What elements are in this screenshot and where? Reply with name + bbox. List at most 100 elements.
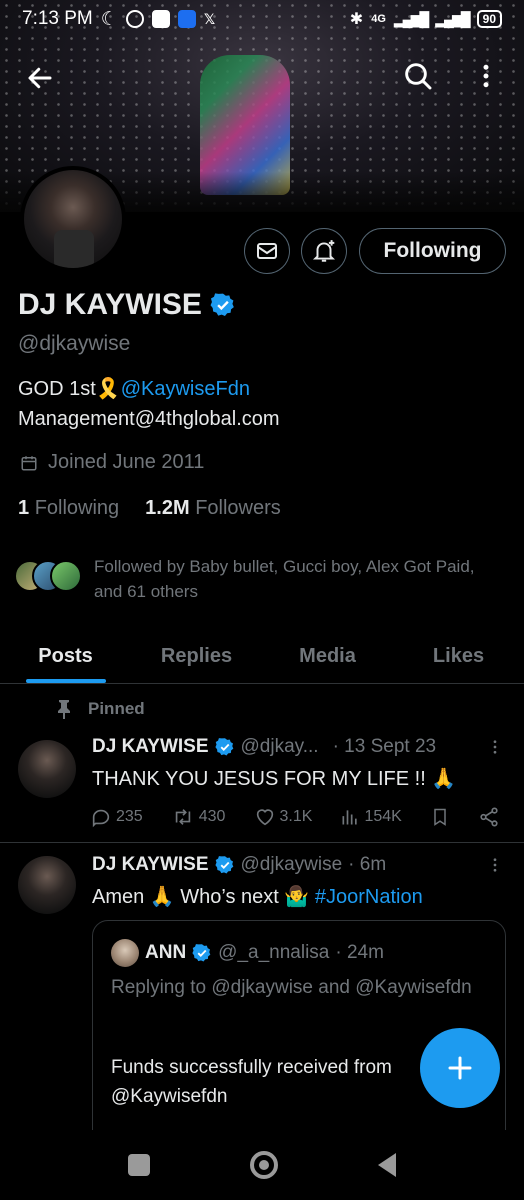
post-author-handle: @djkaywise — [240, 854, 343, 875]
views-button[interactable]: 154K — [340, 807, 402, 827]
arrow-left-icon — [28, 67, 52, 89]
hashtag-link[interactable]: #JoorNation — [315, 886, 423, 908]
following-button[interactable]: Following — [359, 228, 506, 274]
post-header: DJ KAYWISE @djkaywise · 6m — [92, 854, 386, 876]
post-author-handle: @djkay... — [240, 736, 319, 757]
profile-name-row: DJ KAYWISE — [18, 288, 236, 322]
signal-icon: ▂▄▆█ — [393, 10, 429, 27]
reply-button[interactable]: 235 — [90, 806, 143, 828]
post-avatar[interactable] — [18, 740, 76, 798]
profile-bio: GOD 1st🎗️@KaywiseFdn Management@4thgloba… — [18, 374, 280, 434]
post-timestamp: · 6m — [348, 854, 387, 875]
recents-button[interactable] — [128, 1154, 150, 1176]
followed-by-avatars — [14, 560, 82, 592]
x-app-icon: 𝕏 — [203, 10, 216, 27]
pinned-label-row: Pinned — [56, 699, 145, 719]
search-button[interactable] — [398, 56, 438, 96]
compose-post-button[interactable] — [420, 1028, 500, 1108]
post-more-button[interactable] — [486, 736, 504, 764]
heart-icon — [256, 809, 273, 826]
like-count: 3.1K — [279, 808, 313, 825]
quoted-replying-to: Replying to @djkaywise and @Kaywisefdn — [111, 977, 472, 998]
envelope-icon — [257, 243, 277, 259]
phone-app-icon — [151, 10, 170, 28]
more-options-button[interactable] — [466, 56, 506, 96]
share-button[interactable] — [478, 806, 500, 828]
back-nav-button[interactable] — [378, 1153, 396, 1177]
home-button[interactable] — [250, 1151, 278, 1179]
network-label: 4G — [371, 13, 386, 25]
follow-stats: 1 Following 1.2M Followers — [18, 497, 281, 520]
profile-avatar[interactable] — [20, 166, 126, 272]
verified-badge-icon — [214, 856, 233, 874]
pin-icon — [58, 700, 70, 719]
reply-count: 235 — [116, 808, 143, 825]
notifications-button[interactable] — [301, 228, 347, 274]
message-button[interactable] — [244, 228, 290, 274]
battery-indicator: 90 — [476, 10, 502, 28]
post-avatar[interactable] — [18, 856, 76, 914]
views-chart-icon — [342, 810, 358, 825]
system-navigation-bar — [0, 1130, 524, 1200]
verified-badge-icon — [192, 944, 211, 962]
bell-plus-icon — [312, 240, 336, 262]
repost-button[interactable]: 430 — [171, 806, 226, 828]
post-author-name[interactable]: DJ KAYWISE — [92, 854, 209, 876]
quoted-author-avatar — [111, 939, 139, 967]
bio-email: Management@4thglobal.com — [18, 408, 280, 430]
bio-mention-link[interactable]: @KaywiseFdn — [121, 378, 250, 400]
followers-label: Followers — [195, 497, 281, 519]
profile-name: DJ KAYWISE — [18, 288, 202, 321]
tab-likes[interactable]: Likes — [393, 630, 524, 683]
post-divider — [0, 842, 524, 843]
post-text: THANK YOU JESUS FOR MY LIFE !! 🙏 — [92, 768, 457, 790]
more-vertical-icon — [493, 858, 497, 872]
more-vertical-icon — [493, 740, 497, 754]
verified-badge-icon[interactable] — [210, 292, 236, 318]
more-vertical-icon — [483, 64, 489, 88]
post-actions: 235 430 3.1K 154K — [90, 806, 500, 828]
bio-text: GOD 1st🎗️ — [18, 378, 121, 400]
post-header: DJ KAYWISE @djkay... · 13 Sept 23 — [92, 736, 436, 758]
verified-badge-icon — [214, 738, 233, 756]
moon-icon: ☾ — [100, 8, 118, 30]
joined-date: Joined June 2011 — [48, 451, 205, 473]
tab-media[interactable]: Media — [262, 630, 393, 683]
plus-icon — [448, 1056, 472, 1080]
post-text: Amen 🙏 Who’s next 🤷‍♂️ #JoorNation — [92, 884, 423, 909]
post-author-name[interactable]: DJ KAYWISE — [92, 736, 209, 758]
message-app-icon — [177, 10, 196, 28]
post-timestamp: · 13 Sept 23 — [332, 736, 437, 757]
post-text-body: Amen 🙏 Who’s next 🤷‍♂️ — [92, 886, 315, 908]
signal-icon-2: ▂▄▆█ — [435, 10, 470, 27]
quoted-timestamp: · 24m — [335, 942, 384, 963]
calendar-icon — [21, 455, 37, 470]
reply-icon — [92, 809, 110, 828]
like-button[interactable]: 3.1K — [254, 806, 313, 828]
bluetooth-icon: ✱ — [349, 11, 364, 28]
following-stat[interactable]: 1 Following — [18, 497, 119, 520]
status-bar: 7:13 PM ☾ 𝕏 ✱ 4G ▂▄▆█ ▂▄▆█ 90 — [0, 0, 524, 38]
pinned-label: Pinned — [88, 699, 145, 718]
bookmark-icon — [434, 808, 446, 826]
repost-count: 430 — [198, 808, 226, 825]
following-label: Following — [34, 497, 120, 519]
profile-tabs: Posts Replies Media Likes — [0, 630, 524, 684]
bookmark-button[interactable] — [430, 806, 450, 828]
joined-date-row: Joined June 2011 — [20, 451, 204, 474]
quoted-post-header: ANN @_a_nnalisa · 24m — [111, 939, 384, 967]
quoted-author-name: ANN — [145, 942, 187, 963]
repost-icon — [175, 809, 190, 825]
status-time: 7:13 PM — [22, 8, 93, 29]
alarm-icon — [125, 10, 144, 28]
followers-stat[interactable]: 1.2M Followers — [145, 497, 281, 520]
following-count: 1 — [18, 497, 30, 519]
quoted-author-handle: @_a_nnalisa — [218, 942, 330, 963]
follower-avatar — [50, 560, 82, 592]
tab-posts[interactable]: Posts — [0, 630, 131, 683]
post-more-button[interactable] — [486, 854, 504, 882]
followed-by-row[interactable]: Followed by Baby bullet, Gucci boy, Alex… — [14, 554, 494, 604]
followers-count: 1.2M — [145, 497, 190, 519]
back-button[interactable] — [20, 58, 60, 98]
tab-replies[interactable]: Replies — [131, 630, 262, 683]
